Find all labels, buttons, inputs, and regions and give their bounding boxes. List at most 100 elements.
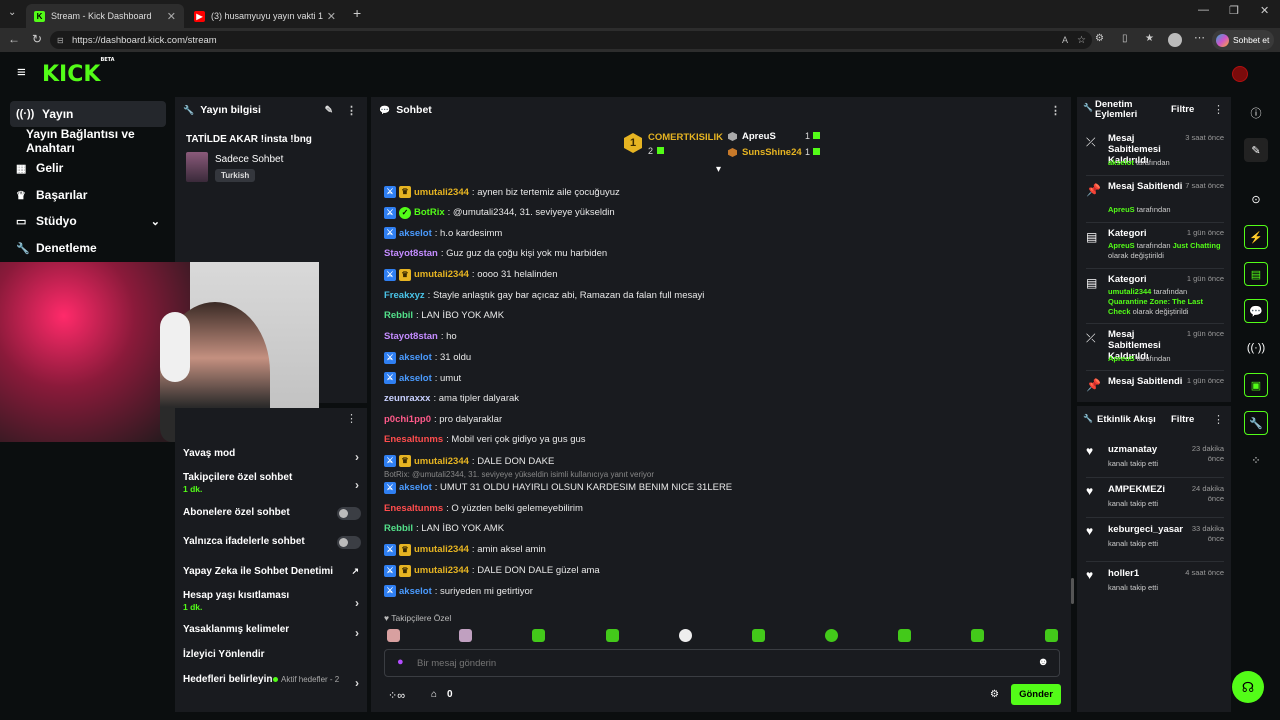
emote[interactable] [752,629,765,642]
emote[interactable] [679,629,692,642]
site-info-icon[interactable]: ⊟ [57,36,64,45]
follower-name[interactable]: uzmanatay [1108,444,1183,455]
chat-username[interactable]: umutali2344 [414,269,469,280]
filter-button[interactable]: Filtre [1171,104,1194,115]
maximize-icon[interactable]: ❐ [1229,4,1239,17]
more-options-icon[interactable]: ⋮ [1213,103,1224,116]
expand-leaderboard-icon[interactable]: ▾ [716,164,721,175]
sidebar-item-basarilar[interactable]: ♛ Başarılar [10,182,166,208]
goals-row[interactable]: Hedefleri belirleyin Aktif hedefler - 2 … [183,674,363,690]
notes-icon[interactable]: ▤ [1244,262,1268,286]
chat-username[interactable]: akselot [399,586,432,597]
emote[interactable] [825,629,838,642]
send-button[interactable]: Gönder [1011,684,1061,705]
chat-message[interactable]: Enesaltunms: O yüzden belki gelemeyebili… [384,503,583,514]
emote-only-toggle[interactable] [337,536,361,549]
ai-moderation-row[interactable]: Yapay Zeka ile Sohbet Denetimi ↗ [183,566,363,577]
chat-username[interactable]: Stayot8stan [384,248,438,259]
chat-message[interactable]: ⚔ akselot: h.o kardesimm [384,227,502,240]
mod-action-item[interactable]: 📌 Mesaj Sabitlendi 1 gün önce [1086,376,1224,404]
sidebar-item-studyo[interactable]: ▭ Stüdyo ⌄ [10,208,166,234]
emote[interactable] [971,629,984,642]
chat-input-box[interactable]: ● ☻ [384,649,1060,677]
filter-button[interactable]: Filtre [1171,414,1194,425]
chat-message[interactable]: ⚔ ♛ umutali2344: DALE DON DAKE [384,455,554,468]
emote[interactable] [606,629,619,642]
profile-avatar[interactable] [1168,33,1182,47]
chat-username[interactable]: umutali2344 [414,456,469,467]
chat-username[interactable]: Freakxyz [384,290,425,301]
kick-points-icon[interactable]: ⁘∞ [388,689,405,702]
leader-name[interactable]: ApreuS [742,131,776,142]
chat-message[interactable]: Rebbil: LAN İBO YOK AMK [384,523,504,534]
close-tab-icon[interactable]: ✕ [167,10,176,23]
chat-message-input[interactable] [417,656,1017,670]
chat-username[interactable]: Rebbil [384,310,413,321]
sidebar-item-denetleme[interactable]: 🔧 Denetleme [10,235,166,261]
chat-username[interactable]: akselot [399,228,432,239]
category-name[interactable]: Just Chatting [1173,241,1221,250]
store-icon[interactable]: ⌂ [431,689,437,700]
emote[interactable] [1045,629,1058,642]
banned-words-row[interactable]: Yasaklanmış kelimeler › [183,624,363,640]
more-menu-icon[interactable]: ⋯ [1194,31,1205,44]
chat-username[interactable]: BotRix [414,207,445,218]
raid-row[interactable]: İzleyici Yönlendir [183,649,363,660]
more-options-icon[interactable]: ⋮ [1213,413,1224,426]
follower-name[interactable]: keburgeci_yasar [1108,524,1183,535]
chat-username[interactable]: umutali2344 [414,565,469,576]
slow-mode-row[interactable]: Yavaş mod › [183,448,363,464]
sidebar-item-gelir[interactable]: ▦ Gelir [10,155,166,181]
layout-icon[interactable]: ▣ [1244,373,1268,397]
chat-message[interactable]: ⚔ ♛ umutali2344: oooo 31 helalinden [384,268,558,281]
extensions-icon[interactable]: ⚙ [1095,33,1104,44]
emote[interactable] [898,629,911,642]
chat-username[interactable]: Enesaltunms [384,503,443,514]
activity-item[interactable]: ♥ uzmanatay 23 dakika önce kanalı takip ett… [1086,444,1224,476]
moderator-name[interactable]: umutali2344 [1108,287,1151,296]
leader-name[interactable]: COMERTKISILIK [648,132,723,143]
close-tab-icon[interactable]: ✕ [327,10,336,23]
edit-pencil-icon[interactable]: ✎ [325,105,333,116]
chat-username[interactable]: akselot [399,352,432,363]
emote[interactable] [532,629,545,642]
edit-icon[interactable]: ✎ [1244,138,1268,162]
mod-action-item[interactable]: 📌 Mesaj Sabitlendi 7 saat önce ApreuS taraf… [1086,181,1224,222]
chat-icon[interactable]: 💬 [1244,299,1268,323]
support-button[interactable]: ☊ [1232,671,1264,703]
chat-message[interactable]: ⚔ akselot: suriyeden mi getirtiyor [384,585,533,598]
screenshot-icon[interactable]: ⊙ [1244,187,1268,211]
sidebar-item-stream-key[interactable]: Yayın Bağlantısı ve Anahtarı [20,127,174,155]
followers-only-row[interactable]: Takipçilere özel sohbet 1 dk. › [183,472,363,494]
read-aloud-icon[interactable]: A [1062,35,1068,45]
chat-username[interactable]: akselot [399,482,432,493]
minimize-icon[interactable]: — [1198,4,1209,16]
tab-list-chevron-icon[interactable]: ⌄ [8,7,16,18]
chat-settings-gear-icon[interactable]: ⚙ [990,689,999,700]
mod-action-item[interactable]: ⤫ Mesaj Sabitlemesi Kaldırıldı 3 saat önce… [1086,133,1224,175]
more-tools-icon[interactable]: ⁘ [1244,448,1268,472]
favorites-icon[interactable]: ★ [1145,33,1154,44]
reload-icon[interactable]: ↻ [32,32,42,46]
url-input[interactable]: ⊟ https://dashboard.kick.com/stream A ☆ [50,31,1092,49]
chat-message[interactable]: zeunraxxx: ama tipler dalyarak [384,393,519,404]
chat-message[interactable]: Stayot8stan: Guz guz da çoğu kişi yok mu… [384,248,607,259]
favorite-star-icon[interactable]: ☆ [1077,35,1086,46]
close-window-icon[interactable]: ✕ [1260,4,1269,17]
chat-username[interactable]: umutali2344 [414,187,469,198]
microphone-icon[interactable]: ● [397,656,404,668]
account-age-row[interactable]: Hesap yaşı kısıtlaması 1 dk. › [183,590,363,612]
chat-message[interactable]: ⚔ akselot: umut [384,372,461,385]
more-options-icon[interactable]: ⋮ [1050,104,1061,117]
browser-tab-kick[interactable]: K Stream - Kick Dashboard ✕ [26,4,184,28]
chat-message[interactable]: Rebbil: LAN İBO YOK AMK [384,310,504,321]
hamburger-menu-icon[interactable]: ≡ [17,64,26,81]
emote[interactable] [387,629,400,642]
follower-name[interactable]: AMPEKMEZi [1108,484,1183,495]
moderator-name[interactable]: ApreuS [1108,241,1135,250]
chat-message[interactable]: ⚔ ♛ umutali2344: aynen biz tertemiz aile ç… [384,186,620,198]
chat-message[interactable]: Freakxyz: Stayle anlaştık gay bar açıcaz… [384,290,704,301]
follower-name[interactable]: holler1 [1108,568,1183,579]
activity-item[interactable]: ♥ keburgeci_yasar 33 dakika önce kanalı tak… [1086,524,1224,556]
sidebar-item-yayin[interactable]: ((·)) Yayın [10,101,166,127]
